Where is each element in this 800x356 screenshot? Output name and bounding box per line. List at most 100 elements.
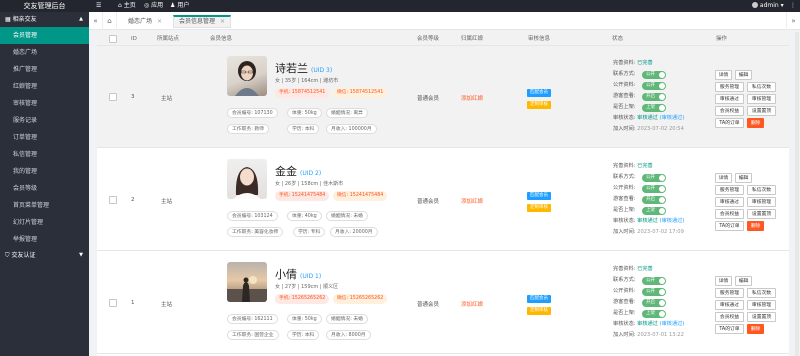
guest-toggle[interactable]: 开启 <box>642 93 666 101</box>
member-uid[interactable]: (UID 1) <box>300 273 321 280</box>
listing-toggle[interactable]: 上架 <box>642 310 666 318</box>
pin-top-button[interactable]: 设置置顶 <box>747 209 776 219</box>
audit-manage-button[interactable]: 审核管理 <box>747 94 776 104</box>
approve-button[interactable]: 审核通过 <box>715 94 744 104</box>
sidebar-item-promotion[interactable]: 推广管理 <box>0 61 89 78</box>
sidebar-item-matchmaker[interactable]: 红娘管理 <box>0 78 89 95</box>
sidebar-item-members[interactable]: 会员管理 <box>0 27 89 44</box>
detail-button[interactable]: 详情 <box>715 173 732 183</box>
custom-audit-button[interactable]: 定制审核 <box>527 204 551 212</box>
custom-audit-button[interactable]: 定制审核 <box>527 307 551 315</box>
nav-home[interactable]: ⌂ 主页 <box>118 0 136 12</box>
avatar <box>752 2 758 8</box>
message-count-button[interactable]: 私信次数 <box>747 82 776 92</box>
sidebar-item-messages[interactable]: 私信管理 <box>0 146 89 163</box>
member-rights-button[interactable]: 会员权益 <box>715 312 744 322</box>
member-photo[interactable] <box>227 262 267 302</box>
delete-button[interactable]: 删除 <box>747 221 764 231</box>
more-icon[interactable]: ⋮ <box>790 0 796 12</box>
row-checkbox[interactable] <box>109 93 117 101</box>
detail-button[interactable]: 详情 <box>715 70 732 80</box>
public-toggle[interactable]: 公开 <box>642 288 666 296</box>
delete-button[interactable]: 删除 <box>747 118 764 128</box>
member-rights-button[interactable]: 会员权益 <box>715 106 744 116</box>
approve-button[interactable]: 审核通过 <box>715 197 744 207</box>
status-value: 已完善 <box>637 60 653 66</box>
nav-apps[interactable]: ◎ 应用 <box>144 0 163 12</box>
guest-toggle[interactable]: 开启 <box>642 196 666 204</box>
menu-toggle-icon[interactable]: ☰ <box>96 0 101 12</box>
contact-toggle[interactable]: 公开 <box>642 174 666 182</box>
tabs-next-icon[interactable]: » <box>786 12 800 30</box>
match-member-button[interactable]: 匹配会员 <box>527 89 551 97</box>
user-name: admin <box>759 2 779 9</box>
message-count-button[interactable]: 私信次数 <box>747 288 776 298</box>
detail-button[interactable]: 详情 <box>715 276 732 286</box>
close-icon[interactable]: × <box>157 18 162 25</box>
select-all-checkbox[interactable] <box>109 35 117 43</box>
sidebar-item-service-records[interactable]: 服务记录 <box>0 112 89 129</box>
user-menu[interactable]: admin ▾ <box>752 0 784 12</box>
sidebar-group-dating[interactable]: ▦ 相亲交友 ▲ <box>0 12 89 27</box>
sidebar-item-orders[interactable]: 订单管理 <box>0 129 89 146</box>
audit-manage-button[interactable]: 审核管理 <box>747 300 776 310</box>
nav-users-label: 用户 <box>177 2 190 9</box>
edit-button[interactable]: 编辑 <box>735 70 752 80</box>
edit-button[interactable]: 编辑 <box>735 276 752 286</box>
member-uid[interactable]: (UID 2) <box>300 170 321 177</box>
member-name: 小倩 <box>275 268 297 281</box>
service-manage-button[interactable]: 服务管理 <box>715 82 744 92</box>
public-toggle[interactable]: 公开 <box>642 82 666 90</box>
contact-toggle[interactable]: 公开 <box>642 71 666 79</box>
close-icon[interactable]: × <box>220 18 225 25</box>
edit-button[interactable]: 编辑 <box>735 173 752 183</box>
sidebar-item-member-levels[interactable]: 会员等级 <box>0 180 89 197</box>
match-member-button[interactable]: 匹配会员 <box>527 295 551 303</box>
status-label: 审核状态: <box>613 218 636 224</box>
orders-button[interactable]: TA的订单 <box>715 221 744 231</box>
orders-button[interactable]: TA的订单 <box>715 324 744 334</box>
custom-audit-button[interactable]: 定制审核 <box>527 101 551 109</box>
status-public-label: 公开资料: <box>613 82 636 88</box>
row-checkbox[interactable] <box>109 299 117 307</box>
add-matchmaker-link[interactable]: 添加红娘 <box>461 300 483 308</box>
member-rights-button[interactable]: 会员权益 <box>715 209 744 219</box>
sidebar-item-mine[interactable]: 我的管理 <box>0 163 89 180</box>
sidebar-group-verification[interactable]: ⛉ 交友认证 ▼ <box>0 248 89 263</box>
listing-toggle[interactable]: 上架 <box>642 104 666 112</box>
match-member-button[interactable]: 匹配会员 <box>527 192 551 200</box>
tab-square[interactable]: 婚恋广场 × <box>123 15 167 28</box>
orders-button[interactable]: TA的订单 <box>715 118 744 128</box>
approve-button[interactable]: 审核通过 <box>715 300 744 310</box>
tab-member-info[interactable]: 会员信息管理 × <box>173 15 232 28</box>
listing-toggle[interactable]: 上架 <box>642 207 666 215</box>
member-uid[interactable]: (UID 3) <box>311 67 332 74</box>
sidebar-item-square[interactable]: 婚恋广场 <box>0 44 89 61</box>
sidebar-item-slides[interactable]: 幻灯片管理 <box>0 214 89 231</box>
message-count-button[interactable]: 私信次数 <box>747 185 776 195</box>
add-matchmaker-link[interactable]: 添加红娘 <box>461 197 483 205</box>
tabs-prev-icon[interactable]: « <box>89 12 103 30</box>
contact-toggle[interactable]: 公开 <box>642 277 666 285</box>
service-manage-button[interactable]: 服务管理 <box>715 288 744 298</box>
sidebar-item-home-menu[interactable]: 首页菜单管理 <box>0 197 89 214</box>
guest-toggle[interactable]: 开启 <box>642 299 666 307</box>
wechat-badge: 微信: 15874512541 <box>333 88 388 98</box>
public-toggle[interactable]: 公开 <box>642 185 666 193</box>
member-id: 1 <box>131 300 135 306</box>
sidebar-item-audit[interactable]: 审核管理 <box>0 95 89 112</box>
sidebar-item-reports[interactable]: 举报管理 <box>0 231 89 248</box>
pin-top-button[interactable]: 设置置顶 <box>747 106 776 116</box>
audit-manage-button[interactable]: 审核管理 <box>747 197 776 207</box>
member-photo[interactable] <box>227 56 267 96</box>
add-matchmaker-link[interactable]: 添加红娘 <box>461 94 483 102</box>
delete-button[interactable]: 删除 <box>747 324 764 334</box>
sidebar-group-label: 相亲交友 <box>12 16 37 23</box>
vertical-scrollbar[interactable] <box>795 32 799 356</box>
member-photo[interactable] <box>227 159 267 199</box>
row-checkbox[interactable] <box>109 196 117 204</box>
nav-users[interactable]: ♟ 用户 <box>170 0 189 12</box>
pin-top-button[interactable]: 设置置顶 <box>747 312 776 322</box>
service-manage-button[interactable]: 服务管理 <box>715 185 744 195</box>
home-tab-icon[interactable]: ⌂ <box>103 12 117 30</box>
